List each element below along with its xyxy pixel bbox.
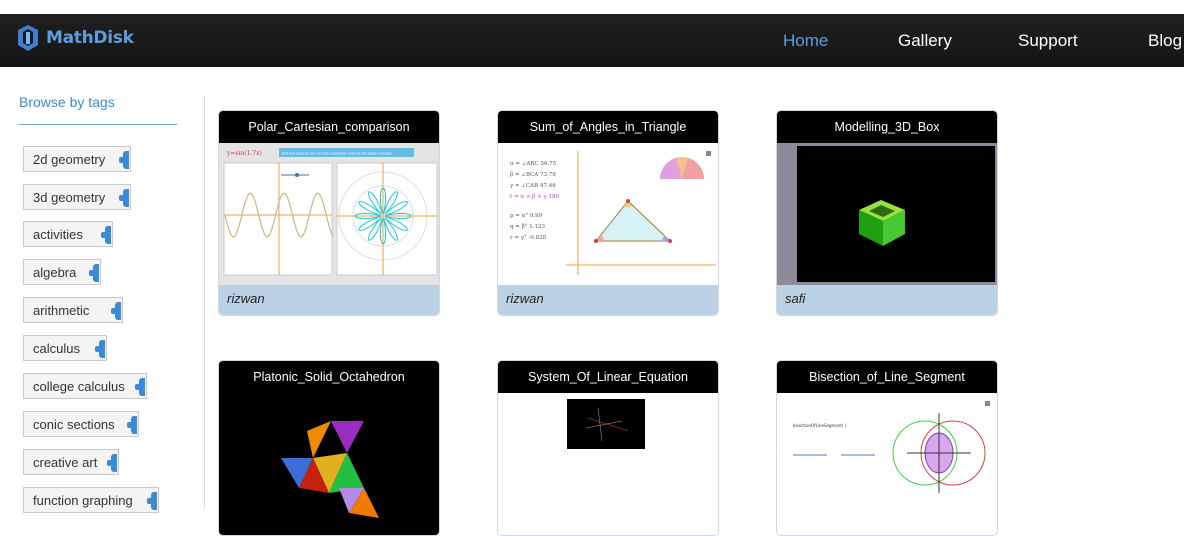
gallery-card[interactable]: Modelling_3D_Box safi [776,110,998,316]
card-thumbnail[interactable] [498,393,718,535]
card-author: safi [777,285,997,315]
svg-text:t = α + β + γ 180: t = α + β + γ 180 [510,194,559,200]
logo[interactable]: MathDisk [16,25,134,51]
tag-3d-geometry[interactable]: 3d geometry [23,184,131,210]
sidebar-divider [19,124,177,125]
tag-label: college calculus [33,379,125,394]
bisection-label: bisectionOfLineSegment( ) [793,423,847,428]
card-author: rizwan [498,285,718,315]
card-thumbnail[interactable]: α = ∠ABC 56.75 β = ∠BCA 73.79 γ = ∠CAB 47.… [498,143,718,285]
gallery-card[interactable]: Bisection_of_Line_Segment bisectionOfLin… [776,360,998,536]
tag-algebra[interactable]: algebra [23,259,101,285]
tag-label: function graphing [33,493,133,508]
nav-home[interactable]: Home [783,31,828,51]
gallery-card[interactable]: Polar_Cartesian_comparison y=sin(1.7x) E… [218,110,440,316]
nav-blog[interactable]: Blog [1148,31,1182,51]
card-title[interactable]: Bisection_of_Line_Segment [777,361,997,393]
sidebar-title: Browse by tags [19,94,115,110]
tag-arithmetic[interactable]: arithmetic [23,297,123,323]
card-thumbnail[interactable]: y=sin(1.7x) Edit the equation by click t… [219,143,439,285]
tag-tab-icon [101,226,111,244]
tag-label: calculus [33,341,80,356]
tag-tab-icon [107,454,117,472]
tag-tab-icon [111,302,121,320]
svg-text:β = ∠BCA 73.79: β = ∠BCA 73.79 [510,172,556,178]
tag-label: arithmetic [33,303,90,318]
card-title[interactable]: Platonic_Solid_Octahedron [219,361,439,393]
top-navigation-bar: MathDisk Home Gallery Support Blog [0,14,1184,67]
tag-label: activities [33,227,83,242]
tag-label: conic sections [33,417,115,432]
gallery-card[interactable]: System_Of_Linear_Equation [497,360,719,536]
tag-tab-icon [127,416,137,434]
tag-label: 3d geometry [33,190,106,205]
tag-creative-art[interactable]: creative art [23,449,119,475]
card-thumbnail[interactable]: bisectionOfLineSegment( ) [777,393,997,535]
card-thumbnail[interactable] [219,393,439,535]
svg-text:p = α° 0.99: p = α° 0.99 [510,213,543,219]
svg-text:α = ∠ABC 56.75: α = ∠ABC 56.75 [510,161,557,167]
svg-text:r = γ° -0.828: r = γ° -0.828 [510,235,547,241]
tag-label: algebra [33,265,77,280]
card-author: rizwan [219,285,439,315]
nav-support[interactable]: Support [1018,31,1078,51]
mathdisk-logo-icon [18,25,38,51]
gallery-card[interactable]: Platonic_Solid_Octahedron [218,360,440,536]
tag-function-graphing[interactable]: function graphing [23,487,159,513]
tag-tab-icon [95,340,105,358]
card-thumbnail[interactable] [777,143,997,285]
tag-tab-icon [89,264,99,282]
polar-equation: y=sin(1.7x) [226,150,262,157]
card-title[interactable]: System_Of_Linear_Equation [498,361,718,393]
tag-tab-icon [119,189,129,207]
content-divider [204,96,205,509]
gallery-card[interactable]: Sum_of_Angles_in_Triangle α = ∠ABC 56.75… [497,110,719,316]
svg-text:q = β° 1.123: q = β° 1.123 [510,224,546,230]
tags-sidebar: Browse by tags [19,94,177,125]
nav-gallery[interactable]: Gallery [898,31,952,51]
card-title[interactable]: Modelling_3D_Box [777,111,997,143]
tag-2d-geometry[interactable]: 2d geometry [23,146,131,172]
tag-tab-icon [119,151,129,169]
card-title[interactable]: Sum_of_Angles_in_Triangle [498,111,718,143]
card-title[interactable]: Polar_Cartesian_comparison [219,111,439,143]
tag-label: 2d geometry [33,152,106,167]
polar-banner: Edit the equation by click the expressio… [282,152,392,156]
svg-text:γ = ∠CAB 47.46: γ = ∠CAB 47.46 [510,183,556,189]
tag-tab-icon [147,492,157,510]
tag-label: creative art [33,455,98,470]
tag-activities[interactable]: activities [23,221,113,247]
tag-tab-icon [135,378,145,396]
app-name: MathDisk [46,28,134,48]
tag-conic-sections[interactable]: conic sections [23,411,139,437]
tag-college-calculus[interactable]: college calculus [23,373,147,399]
tag-calculus[interactable]: calculus [23,335,107,361]
